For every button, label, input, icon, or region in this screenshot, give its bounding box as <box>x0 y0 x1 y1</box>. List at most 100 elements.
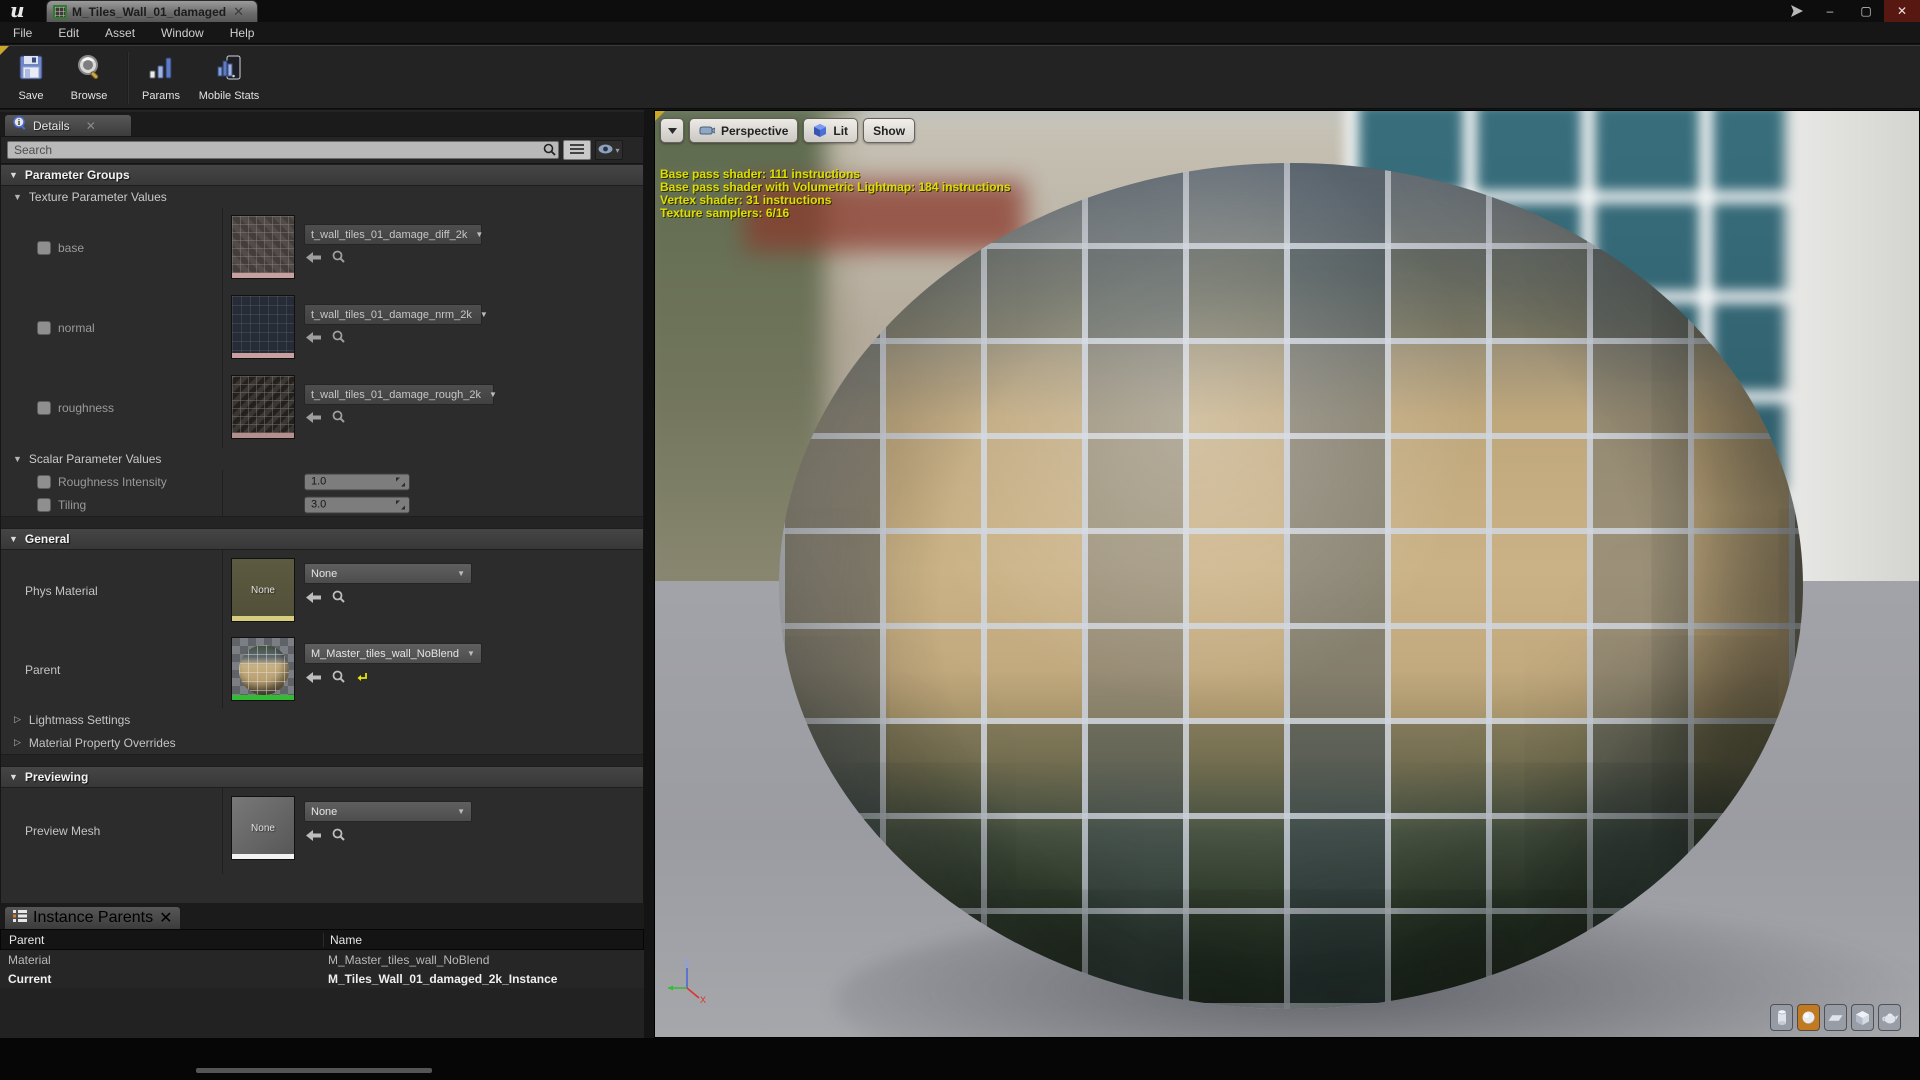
menu-bar: File Edit Asset Window Help <box>0 22 1920 44</box>
params-button[interactable]: Params <box>134 49 188 107</box>
override-checkbox-roughness[interactable] <box>37 401 51 415</box>
section-parameter-groups[interactable]: ▼ Parameter Groups <box>1 164 643 186</box>
lit-mode-button[interactable]: Lit <box>803 118 858 143</box>
viewport-options-button[interactable] <box>660 118 684 143</box>
texture-thumbnail-roughness[interactable] <box>231 375 295 439</box>
section-material-property-overrides[interactable]: ▷ Material Property Overrides <box>1 731 643 754</box>
menu-asset[interactable]: Asset <box>92 22 148 44</box>
browse-to-asset-icon[interactable] <box>332 828 345 846</box>
lit-cube-icon <box>813 124 827 138</box>
display-filter-button[interactable] <box>563 140 591 160</box>
primitive-teapot-button[interactable] <box>1878 1004 1901 1031</box>
search-input[interactable] <box>7 141 559 159</box>
expand-arrow-icon: ▼ <box>9 534 18 544</box>
preview-sphere-mesh[interactable] <box>779 163 1803 1009</box>
instance-parents-icon <box>13 909 27 927</box>
menu-edit[interactable]: Edit <box>45 22 92 44</box>
save-button[interactable]: Save <box>4 49 58 107</box>
section-scalar-parameter-values[interactable]: ▼ Scalar Parameter Values <box>1 448 643 470</box>
minimize-button[interactable]: – <box>1812 0 1848 22</box>
primitive-plane-button[interactable] <box>1824 1004 1847 1031</box>
perspective-button[interactable]: Perspective <box>689 118 798 143</box>
browse-to-asset-icon[interactable] <box>332 670 345 688</box>
horizontal-scrollbar[interactable] <box>196 1068 432 1073</box>
details-tab-close-icon[interactable]: ✕ <box>86 119 96 133</box>
primitive-cylinder-button[interactable] <box>1770 1004 1793 1031</box>
roughness-intensity-input[interactable]: 1.0 <box>304 473 410 490</box>
details-info-icon: i <box>13 116 27 135</box>
override-checkbox-normal[interactable] <box>37 321 51 335</box>
params-icon <box>146 53 176 88</box>
section-general[interactable]: ▼ General <box>1 528 643 550</box>
details-body: ▼ Parameter Groups ▼ Texture Parameter V… <box>0 164 644 1010</box>
use-selected-asset-icon[interactable] <box>306 828 321 846</box>
param-label: normal <box>58 321 95 335</box>
override-checkbox-base[interactable] <box>37 241 51 255</box>
phys-material-thumbnail[interactable]: None <box>231 558 295 622</box>
menu-help[interactable]: Help <box>217 22 268 44</box>
tab-instance-parents[interactable]: Instance Parents ✕ <box>4 906 181 929</box>
param-label: Parent <box>25 663 60 677</box>
use-selected-asset-icon[interactable] <box>306 590 321 608</box>
primitive-sphere-button[interactable] <box>1797 1004 1820 1031</box>
mobile-stats-button[interactable]: Mobile Stats <box>196 49 262 107</box>
texture-select-roughness[interactable]: t_wall_tiles_01_damage_rough_2k ▼ <box>304 384 494 405</box>
details-panel: i Details ✕ <box>0 110 644 1038</box>
param-label: Roughness Intensity <box>58 475 167 489</box>
param-row-roughness-intensity: Roughness Intensity 1.0 <box>1 470 643 493</box>
browse-to-asset-icon[interactable] <box>332 410 345 428</box>
instance-parents-tab-close-icon[interactable]: ✕ <box>159 908 172 928</box>
close-button[interactable]: ✕ <box>1884 0 1920 22</box>
chevron-down-icon: ▾ <box>615 146 619 155</box>
preview-viewport[interactable]: Perspective Lit Show Base pass shader: 1… <box>654 110 1920 1038</box>
texture-select-base[interactable]: t_wall_tiles_01_damage_diff_2k ▼ <box>304 224 482 245</box>
section-previewing[interactable]: ▼ Previewing <box>1 766 643 788</box>
preview-mesh-select[interactable]: None ▼ <box>304 801 472 822</box>
sphere-icon <box>1801 1010 1816 1025</box>
save-label: Save <box>18 90 43 102</box>
use-selected-asset-icon[interactable] <box>306 250 321 268</box>
slider-handle-icon <box>396 477 405 486</box>
texture-select-normal[interactable]: t_wall_tiles_01_damage_nrm_2k ▼ <box>304 304 482 325</box>
cell-parent: Current <box>0 972 322 986</box>
browse-to-asset-icon[interactable] <box>332 330 345 348</box>
table-row[interactable]: Current M_Tiles_Wall_01_damaged_2k_Insta… <box>0 969 644 988</box>
parent-material-select[interactable]: M_Master_tiles_wall_NoBlend ▼ <box>304 643 482 664</box>
details-tab-label: Details <box>33 119 70 133</box>
browse-to-asset-icon[interactable] <box>332 590 345 608</box>
cube-icon <box>1855 1010 1870 1026</box>
browse-to-asset-icon[interactable] <box>332 250 345 268</box>
param-label: roughness <box>58 401 114 415</box>
use-selected-asset-icon[interactable] <box>306 410 321 428</box>
texture-thumbnail-normal[interactable] <box>231 295 295 359</box>
use-selected-asset-icon[interactable] <box>306 330 321 348</box>
maximize-button[interactable]: ▢ <box>1848 0 1884 22</box>
use-selected-asset-icon[interactable] <box>306 670 321 688</box>
override-checkbox-tiling[interactable] <box>37 498 51 512</box>
tiling-input[interactable]: 3.0 <box>304 496 410 513</box>
texture-thumbnail-base[interactable] <box>231 215 295 279</box>
browse-button[interactable]: Browse <box>62 49 116 107</box>
feedback-send-icon[interactable] <box>1782 0 1812 22</box>
asset-tab[interactable]: M_Tiles_Wall_01_damaged ✕ <box>46 0 258 22</box>
section-lightmass-settings[interactable]: ▷ Lightmass Settings <box>1 708 643 731</box>
parent-material-thumbnail[interactable] <box>231 637 295 701</box>
phys-material-select[interactable]: None ▼ <box>304 563 472 584</box>
column-header-name[interactable]: Name <box>323 933 643 947</box>
tab-close-icon[interactable]: ✕ <box>233 6 244 18</box>
primitive-cube-button[interactable] <box>1851 1004 1874 1031</box>
override-checkbox-roughness-intensity[interactable] <box>37 475 51 489</box>
view-options-button[interactable]: ▾ <box>595 140 623 160</box>
column-header-parent[interactable]: Parent <box>1 933 323 947</box>
menu-file[interactable]: File <box>0 22 45 44</box>
section-texture-parameter-values[interactable]: ▼ Texture Parameter Values <box>1 186 643 208</box>
tab-details[interactable]: i Details ✕ <box>4 114 132 136</box>
menu-window[interactable]: Window <box>148 22 217 44</box>
preview-mesh-thumbnail[interactable]: None <box>231 796 295 860</box>
axis-x-label: X <box>700 995 706 1004</box>
table-row[interactable]: Material M_Master_tiles_wall_NoBlend <box>0 950 644 969</box>
chevron-down-icon: ▼ <box>457 569 465 578</box>
reset-to-default-icon[interactable] <box>356 670 368 688</box>
show-menu-button[interactable]: Show <box>863 118 915 143</box>
axis-gizmo: Z X <box>663 958 709 1009</box>
